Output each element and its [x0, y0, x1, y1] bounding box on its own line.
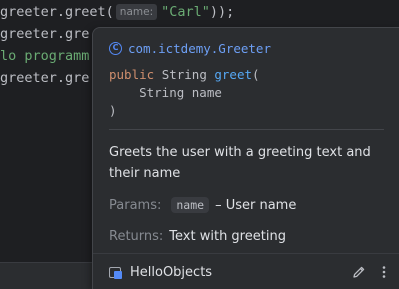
open-paren: ( — [252, 67, 260, 82]
method-description: Greets the user with a greeting text and… — [109, 145, 371, 181]
code-text: )); — [209, 4, 235, 20]
class-icon: C — [109, 41, 122, 55]
code-line[interactable]: greeter.gre — [0, 23, 89, 45]
param-description: – User name — [215, 197, 297, 213]
string-literal: lo programm — [0, 48, 90, 64]
class-name-link[interactable]: com.ictdemy.Greeter — [128, 41, 271, 56]
code-text: greeter.gre — [0, 26, 90, 42]
class-reference[interactable]: C com.ictdemy.Greeter — [109, 39, 271, 57]
code-line[interactable]: lo programm — [0, 45, 89, 67]
method-name: greet — [214, 67, 253, 82]
params-label: Params: — [109, 197, 162, 213]
return-type: String — [161, 67, 207, 82]
module-icon — [109, 266, 123, 279]
params-row: Params: name – User name — [109, 195, 296, 215]
code-line[interactable]: greeter.greet(name: "Carl")); — [0, 1, 234, 23]
method-signature: public String greet( String name ) — [109, 66, 260, 120]
module-reference[interactable]: HelloObjects — [109, 263, 212, 281]
string-literal: "Carl" — [161, 4, 210, 20]
returns-description: Text with greeting — [169, 228, 286, 244]
param-name-chip: name — [171, 197, 210, 213]
documentation-popup[interactable]: C com.ictdemy.Greeter public String gree… — [92, 27, 399, 289]
keyword-public: public — [109, 67, 155, 82]
code-text: greeter.gre — [0, 70, 90, 86]
parameter-declaration: String name — [109, 85, 222, 100]
module-name: HelloObjects — [130, 264, 213, 280]
returns-label: Returns: — [109, 228, 164, 244]
more-vertical-icon[interactable] — [376, 263, 392, 281]
parameter-hint: name: — [115, 4, 158, 20]
code-line[interactable]: greeter.gre — [0, 67, 89, 89]
code-text: greeter.greet( — [0, 4, 114, 20]
returns-row: Returns: Text with greeting — [109, 226, 286, 246]
popup-footer: HelloObjects — [93, 253, 399, 289]
divider — [109, 129, 384, 130]
close-paren: ) — [109, 103, 117, 118]
pencil-icon[interactable] — [350, 263, 368, 281]
